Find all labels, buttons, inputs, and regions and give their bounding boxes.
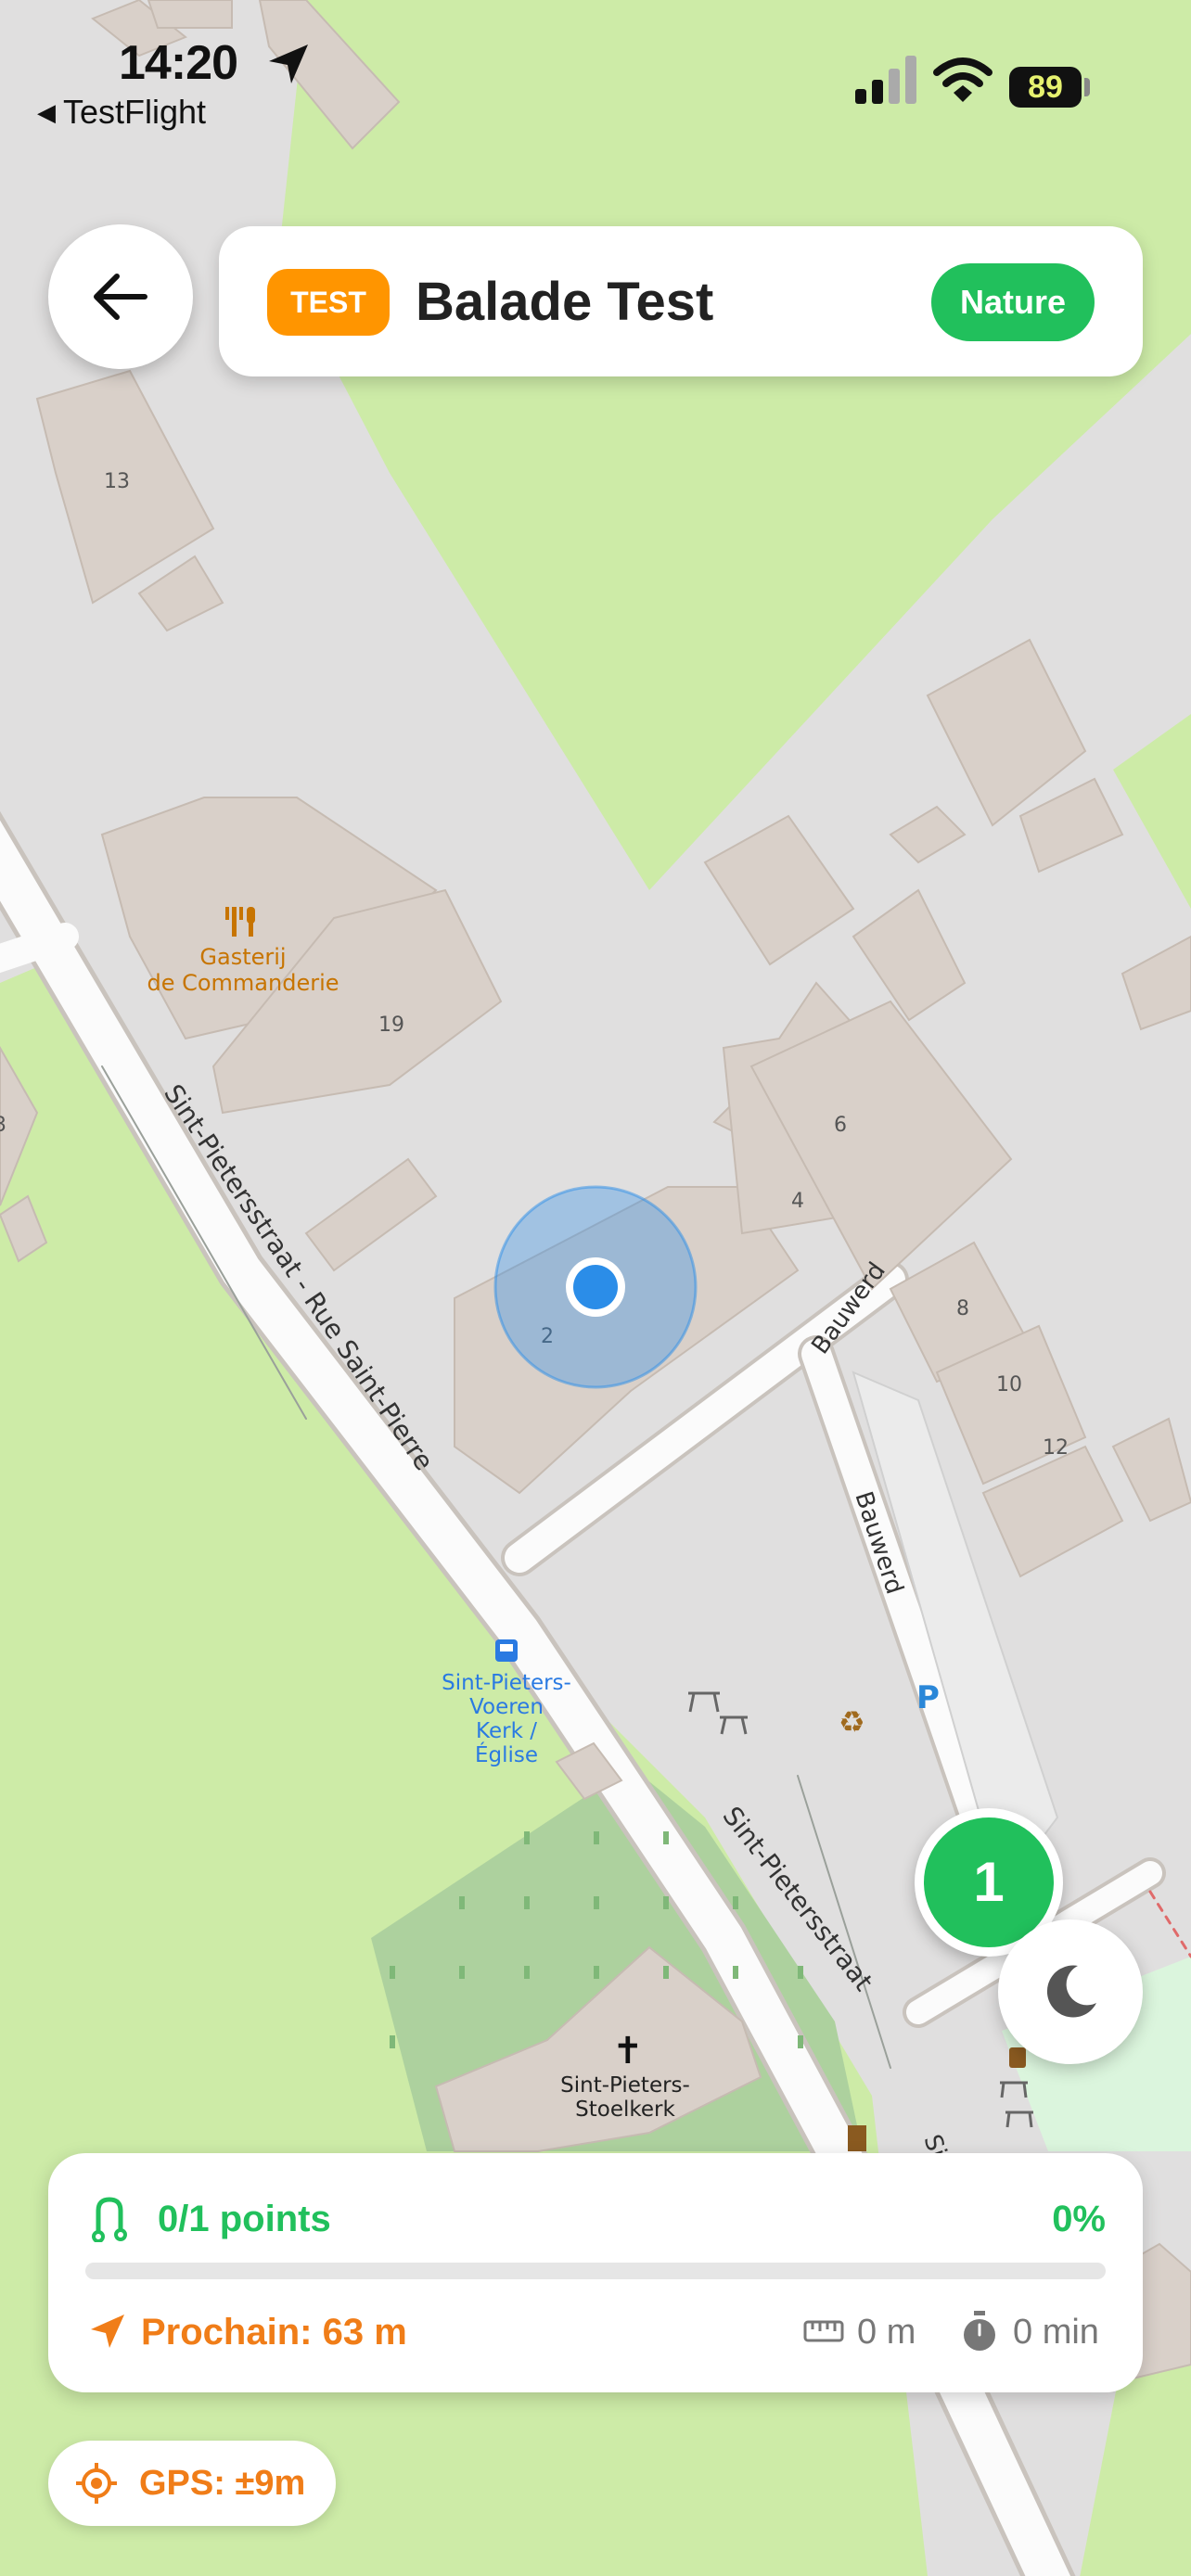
back-to-app[interactable]: ◀ TestFlight xyxy=(37,93,206,132)
gps-accuracy-pill[interactable]: GPS: ±9m xyxy=(48,2441,336,2526)
back-app-label: TestFlight xyxy=(63,93,207,131)
navigation-icon xyxy=(91,2315,124,2348)
poi-label: de Commanderie xyxy=(147,970,339,996)
status-time: 14:20 xyxy=(119,36,238,90)
night-mode-button[interactable] xyxy=(998,1919,1143,2064)
poi-label: Voeren xyxy=(469,1695,544,1719)
location-dot-inner xyxy=(573,1265,618,1309)
progress-percent: 0% xyxy=(1052,2199,1106,2239)
house-number: 12 xyxy=(1043,1436,1069,1460)
elapsed-time: 0 min xyxy=(1013,2313,1099,2352)
back-button[interactable] xyxy=(48,224,193,369)
next-point-distance: Prochain: 63 m xyxy=(141,2312,407,2353)
progress-bar xyxy=(85,2263,1106,2279)
category-chip: Nature xyxy=(931,263,1095,341)
signal-icon xyxy=(855,56,916,104)
poi-label: Gasterij xyxy=(199,944,286,970)
shop-icon xyxy=(1009,2047,1026,2068)
pub-icon xyxy=(848,2125,866,2151)
battery-indicator: 89 xyxy=(1009,67,1082,108)
gps-accuracy-label: GPS: ±9m xyxy=(139,2464,306,2503)
location-arrow-icon xyxy=(269,45,308,83)
poi-label: Stoelkerk xyxy=(575,2098,675,2122)
house-number: 3 xyxy=(0,1114,6,1137)
gps-target-icon xyxy=(76,2463,117,2504)
ruler-icon xyxy=(803,2320,844,2342)
points-count: 0/1 points xyxy=(158,2199,331,2239)
timer-icon xyxy=(964,2311,995,2351)
wifi-icon xyxy=(933,57,992,102)
recycling-icon: ♻ xyxy=(839,1704,865,1740)
house-number: 8 xyxy=(956,1297,969,1320)
parking-label: P xyxy=(916,1679,940,1716)
walk-title: Balade Test xyxy=(416,272,714,332)
poi-label: Église xyxy=(475,1741,538,1767)
arrow-left-icon xyxy=(94,274,147,320)
test-badge: TEST xyxy=(267,269,390,336)
battery-tip xyxy=(1084,78,1090,96)
house-number: 19 xyxy=(378,1014,404,1037)
poi-label: Sint-Pieters- xyxy=(560,2073,690,2098)
house-number: 6 xyxy=(834,1114,847,1137)
house-number: 4 xyxy=(791,1190,804,1213)
moon-icon xyxy=(1046,1965,1096,2018)
walk-header: TEST Balade Test Nature xyxy=(219,226,1143,376)
house-number: 13 xyxy=(104,470,130,493)
back-triangle-icon: ◀ xyxy=(37,98,56,126)
bus-stop-icon xyxy=(495,1639,518,1662)
progress-card: 0/1 points 0% Prochain: 63 m 0 m 0 min xyxy=(48,2153,1143,2392)
house-number: 10 xyxy=(996,1373,1022,1396)
church-icon: ✝ xyxy=(612,2030,644,2072)
poi-label: Kerk / xyxy=(476,1719,537,1743)
distance-walked: 0 m xyxy=(857,2313,916,2352)
route-icon xyxy=(92,2197,127,2242)
poi-label: Sint-Pieters- xyxy=(442,1671,571,1695)
